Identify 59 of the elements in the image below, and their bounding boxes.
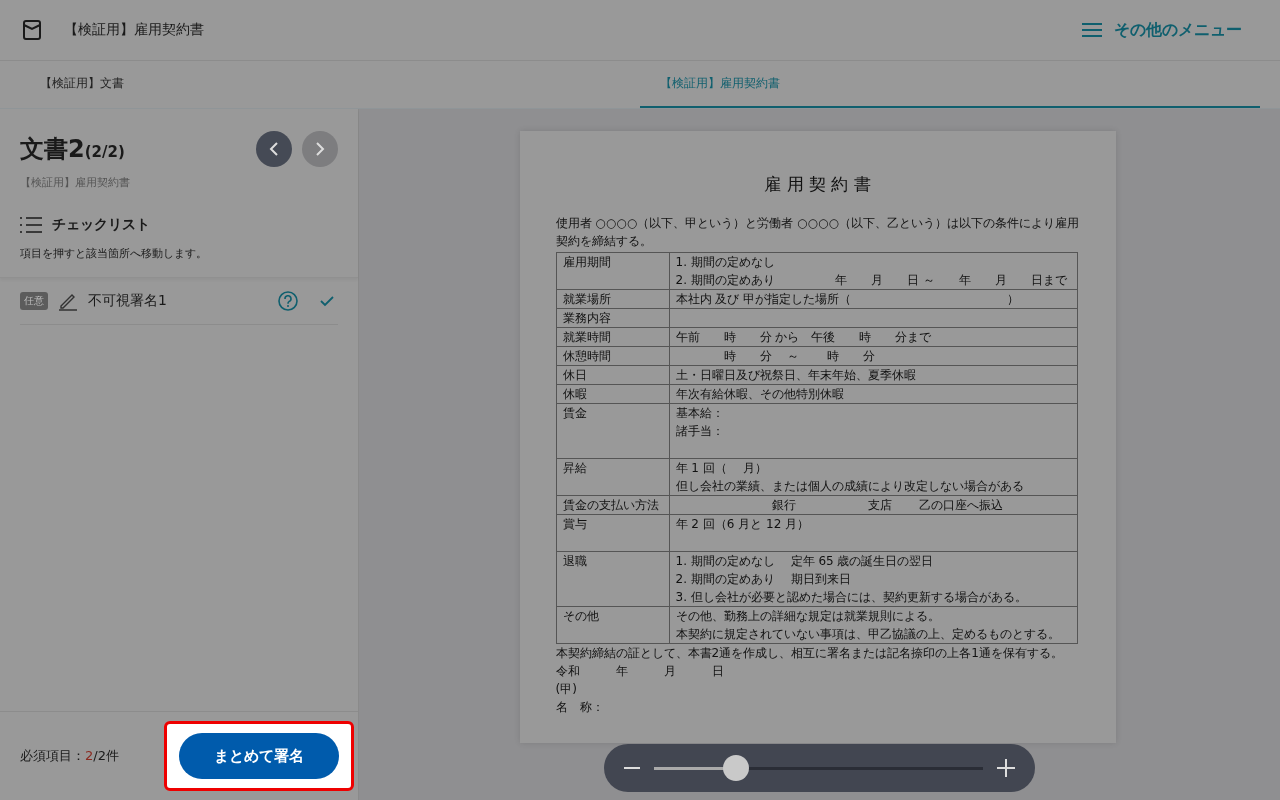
- table-cell-text: 3. 但し会社が必要と認めた場合には、契約更新する場合がある。: [675, 589, 1028, 606]
- table-cell-text: 土・日曜日及び祝祭日、年末年始、夏季休暇: [675, 367, 917, 384]
- batch-sign-button[interactable]: まとめて署名: [179, 733, 339, 779]
- document-icon: [22, 19, 42, 41]
- list-icon: [20, 217, 42, 233]
- table-cell-text: 午前 時 分 から 午後 時 分まで: [675, 329, 933, 346]
- document-tab[interactable]: 【検証用】文書: [0, 61, 640, 108]
- checklist-item[interactable]: 任意 不可視署名1: [20, 278, 338, 325]
- help-icon[interactable]: [278, 291, 298, 311]
- table-cell-text: 年 1 回（ 月）: [675, 460, 768, 477]
- table-cell-text: その他、勤務上の詳細な規定は就業規則による。: [675, 608, 941, 625]
- zoom-slider[interactable]: [654, 755, 983, 781]
- checklist-hint: 項目を押すと該当箇所へ移動します。: [20, 246, 208, 261]
- table-cell-text: 年次有給休暇、その他特別休暇: [675, 386, 845, 403]
- optional-badge: 任意: [20, 292, 48, 310]
- name-label: 名 称：: [555, 699, 605, 716]
- document-title: 【検証用】雇用契約書: [64, 21, 204, 39]
- table-cell: 就業時間: [556, 327, 669, 347]
- table-cell: 賃金の支払い方法: [556, 495, 669, 515]
- date-line: 令和 年 月 日: [555, 663, 725, 680]
- table-cell: 休憩時間: [556, 346, 669, 366]
- required-count: 必須項目：2/2件: [20, 747, 119, 765]
- item-label: 不可視署名1: [88, 292, 167, 310]
- table-cell: 就業場所: [556, 289, 669, 309]
- table-cell-text: 基本給：: [675, 405, 725, 422]
- zoom-out-icon[interactable]: [624, 766, 640, 770]
- checklist-title: チェックリスト: [52, 216, 150, 234]
- table-cell: 退職: [556, 551, 669, 607]
- closing-text: 本契約締結の証として、本書2通を作成し、相互に署名または記名捺印の上各1通を保有する。: [555, 645, 1064, 662]
- table-cell-text: 時 分 ～ 時 分: [722, 348, 877, 365]
- table-cell-text: 銀行 支店 乙の口座へ振込: [770, 497, 1005, 514]
- table-cell-text: 1. 期間の定めなし: [675, 254, 776, 271]
- table-cell-text: 2. 期間の定めあり 年 月 日 ～ 年 月 日まで: [675, 272, 1068, 289]
- table-cell-text: 但し会社の業績、または個人の成績により改定しない場合がある: [675, 478, 1025, 495]
- contract-title: 雇 用 契 約 書: [763, 173, 872, 196]
- menu-icon: [1082, 22, 1102, 38]
- slider-thumb[interactable]: [723, 755, 750, 781]
- table-cell-text: 年 2 回（6 月と 12 月）: [675, 516, 811, 533]
- chevron-right-icon: [315, 141, 325, 157]
- table-cell-text: 諸手当：: [675, 423, 725, 440]
- table-cell: 雇用期間: [556, 252, 669, 290]
- table-cell: 昇給: [556, 458, 669, 496]
- contract-intro: 使用者 ○○○○（以下、甲という）と労働者 ○○○○（以下、乙という）は以下の条件により雇用契約を締結する。: [555, 215, 1080, 250]
- table-cell: 休日: [556, 365, 669, 385]
- table-cell: 賞与: [556, 514, 669, 552]
- party-label: (甲): [555, 681, 578, 698]
- table-cell-text: 本契約に規定されていない事項は、甲乙協議の上、定めるものとする。: [675, 626, 1061, 643]
- zoom-in-icon[interactable]: [997, 759, 1015, 777]
- table-cell: 休暇: [556, 384, 669, 404]
- table-cell: その他: [556, 606, 669, 644]
- table-cell: 賃金: [556, 403, 669, 459]
- document-name: 【検証用】雇用契約書: [20, 175, 131, 190]
- table-cell-text: 1. 期間の定めなし 定年 65 歳の誕生日の翌日: [675, 553, 935, 570]
- table-cell-text: 本社内 及び 甲が指定した場所（ ）: [675, 291, 1021, 308]
- chevron-left-icon: [269, 141, 279, 157]
- table-cell-text: 2. 期間の定めあり 期日到来日: [675, 571, 852, 588]
- table-cell: 業務内容: [556, 308, 669, 328]
- document-number: 文書2(2/2): [20, 134, 125, 165]
- previous-button[interactable]: [256, 131, 292, 167]
